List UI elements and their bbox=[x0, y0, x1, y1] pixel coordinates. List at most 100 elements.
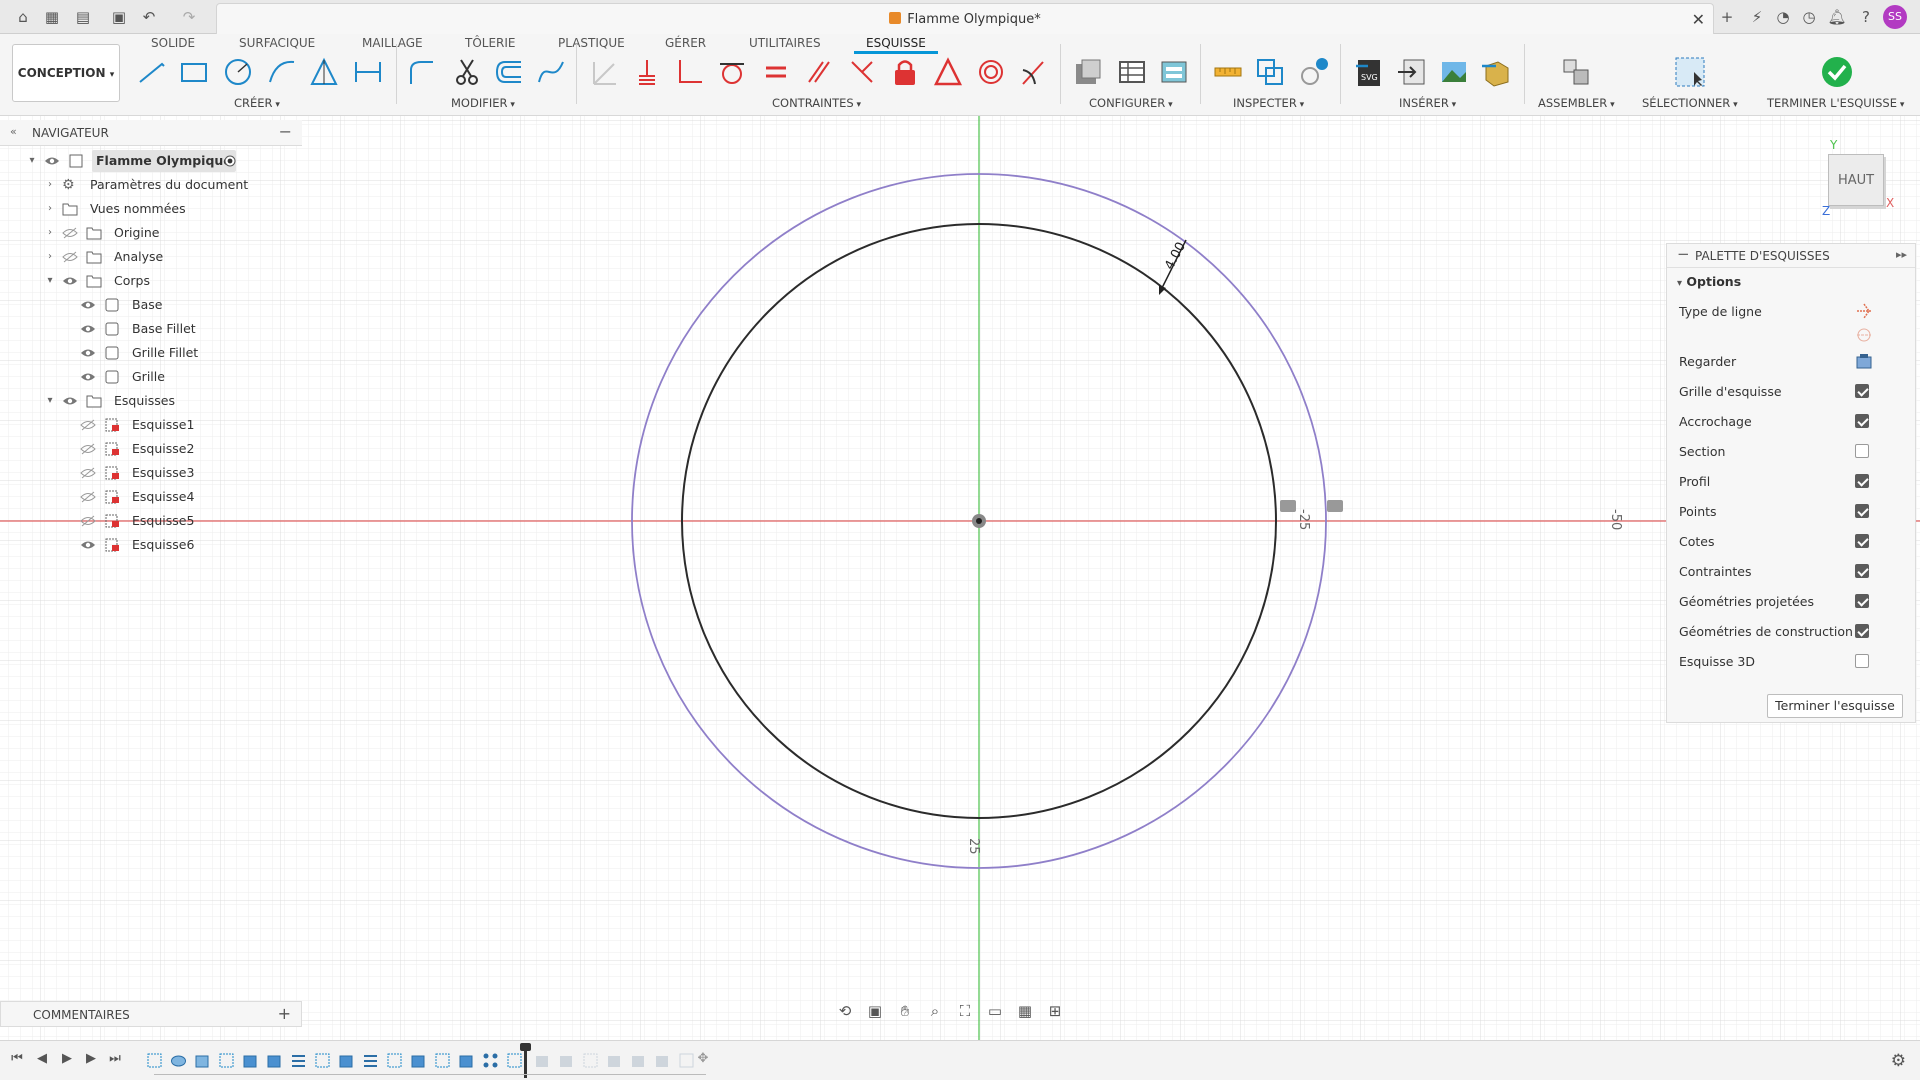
expand-palette-icon[interactable]: ▸▸ bbox=[1896, 248, 1907, 261]
timeline-extrude-icon[interactable] bbox=[266, 1052, 283, 1069]
timeline-suppressed-feature-icon[interactable] bbox=[534, 1052, 551, 1069]
tab-utilities[interactable]: UTILITAIRES bbox=[747, 34, 823, 52]
group-finish-sketch[interactable]: TERMINER L'ESQUISSE bbox=[1767, 96, 1904, 110]
timeline-revolve-icon[interactable] bbox=[170, 1052, 187, 1069]
timeline-sketch-icon[interactable] bbox=[314, 1052, 331, 1069]
perpendicular-icon[interactable] bbox=[674, 56, 706, 88]
rectangle-tool-icon[interactable] bbox=[178, 56, 210, 88]
timeline-suppressed-feature-icon[interactable] bbox=[678, 1052, 695, 1069]
play-icon[interactable]: ▶ bbox=[58, 1051, 76, 1066]
minimize-panel-icon[interactable]: − bbox=[279, 122, 292, 141]
checkbox-profile[interactable] bbox=[1855, 474, 1869, 488]
timeline-suppressed-feature-icon[interactable] bbox=[606, 1052, 623, 1069]
group-modify[interactable]: MODIFIER bbox=[451, 96, 515, 110]
change-parameters-icon[interactable] bbox=[1072, 56, 1104, 88]
pan-hand-icon[interactable]: ✋︎ bbox=[896, 1002, 914, 1020]
tab-mesh[interactable]: MAILLAGE bbox=[360, 34, 425, 52]
options-section[interactable]: ▾ Options bbox=[1677, 274, 1741, 289]
visibility-eye-icon[interactable] bbox=[62, 394, 78, 408]
go-to-end-icon[interactable]: ⏭ bbox=[106, 1051, 124, 1066]
finish-sketch-button[interactable]: Terminer l'esquisse bbox=[1767, 694, 1903, 718]
timeline-drag-icon[interactable]: ✥ bbox=[694, 1051, 712, 1066]
line-tool-icon[interactable] bbox=[136, 56, 168, 88]
analysis-icon[interactable] bbox=[1298, 56, 1330, 88]
spline-tool-icon[interactable] bbox=[535, 56, 567, 88]
construction-line-icon[interactable] bbox=[1855, 302, 1873, 320]
look-at-view-icon[interactable]: ▣ bbox=[866, 1002, 884, 1020]
arc-tool-icon[interactable] bbox=[266, 56, 298, 88]
centerline-icon[interactable] bbox=[1855, 326, 1873, 344]
timeline-extrude-icon[interactable] bbox=[410, 1052, 427, 1069]
hidden-eye-icon[interactable] bbox=[80, 466, 96, 480]
curvature-icon[interactable] bbox=[1017, 56, 1049, 88]
tab-sketch[interactable]: ESQUISSE bbox=[854, 34, 938, 54]
visibility-eye-icon[interactable] bbox=[80, 322, 96, 336]
chevron-down-icon[interactable]: ▾ bbox=[44, 270, 56, 292]
timeline-extrude-icon[interactable] bbox=[338, 1052, 355, 1069]
equal-icon[interactable] bbox=[760, 56, 792, 88]
group-configure[interactable]: CONFIGURER bbox=[1089, 96, 1173, 110]
timeline-loft-icon[interactable] bbox=[290, 1052, 307, 1069]
insert-dxf-icon[interactable] bbox=[1396, 56, 1428, 88]
measure-icon[interactable] bbox=[1212, 56, 1244, 88]
close-tab-icon[interactable]: ✕ bbox=[1692, 10, 1705, 29]
constraint-glyph-icon-2[interactable] bbox=[1327, 500, 1343, 512]
offset-tool-icon[interactable] bbox=[493, 56, 525, 88]
chevron-down-icon[interactable]: ▾ bbox=[26, 150, 38, 172]
interference-icon[interactable] bbox=[1254, 56, 1286, 88]
dimension-tool-icon[interactable] bbox=[352, 56, 384, 88]
step-forward-icon[interactable]: ▶ bbox=[82, 1051, 100, 1066]
timeline-sketch-icon[interactable] bbox=[218, 1052, 235, 1069]
checkbox-points[interactable] bbox=[1855, 504, 1869, 518]
insert-svg-icon[interactable]: SVG bbox=[1354, 56, 1386, 88]
timeline-sketch-icon[interactable] bbox=[506, 1052, 523, 1069]
finish-sketch-check-icon[interactable] bbox=[1821, 56, 1853, 88]
timeline-sketch-icon[interactable] bbox=[434, 1052, 451, 1069]
visibility-eye-icon[interactable] bbox=[62, 274, 78, 288]
checkbox-section[interactable] bbox=[1855, 444, 1869, 458]
midpoint-icon[interactable] bbox=[846, 56, 878, 88]
checkbox-constraints[interactable] bbox=[1855, 564, 1869, 578]
tangent-icon[interactable] bbox=[716, 56, 748, 88]
hidden-eye-icon[interactable] bbox=[80, 490, 96, 504]
hidden-eye-icon[interactable] bbox=[80, 442, 96, 456]
chevron-right-icon[interactable]: › bbox=[44, 222, 56, 244]
history-icon[interactable]: ◷ bbox=[1798, 6, 1820, 28]
tab-surface[interactable]: SURFACIQUE bbox=[237, 34, 317, 52]
checkbox-projected-geometry[interactable] bbox=[1855, 594, 1869, 608]
look-at-icon[interactable] bbox=[1855, 352, 1873, 370]
orbit-icon[interactable]: ⟲ bbox=[836, 1002, 854, 1020]
collapse-panel-icon[interactable]: « bbox=[10, 125, 17, 138]
group-constraints[interactable]: CONTRAINTES bbox=[772, 96, 861, 110]
file-menu-icon[interactable]: ▤ bbox=[72, 6, 94, 28]
tab-manage[interactable]: GÉRER bbox=[663, 34, 708, 52]
timeline-loft-icon[interactable] bbox=[362, 1052, 379, 1069]
settings-gear-icon[interactable]: ⚙ bbox=[1891, 1051, 1906, 1071]
notifications-icon[interactable]: 🔔︎ bbox=[1826, 6, 1848, 28]
help-icon[interactable]: ? bbox=[1855, 6, 1877, 28]
group-create[interactable]: CRÉER bbox=[234, 96, 280, 110]
fix-constraint-icon[interactable] bbox=[631, 56, 663, 88]
timeline-suppressed-feature-icon[interactable] bbox=[654, 1052, 671, 1069]
undo-icon[interactable]: ↶ bbox=[138, 6, 160, 28]
fit-icon[interactable]: ⛶ bbox=[956, 1002, 974, 1020]
minimize-palette-icon[interactable]: − bbox=[1677, 245, 1690, 263]
visibility-eye-icon[interactable] bbox=[80, 370, 96, 384]
timeline-extrude-icon[interactable] bbox=[194, 1052, 211, 1069]
group-assemble[interactable]: ASSEMBLER bbox=[1538, 96, 1615, 110]
circle-tool-icon[interactable] bbox=[222, 56, 254, 88]
polygon-tool-icon[interactable] bbox=[308, 56, 340, 88]
symmetry-icon[interactable] bbox=[932, 56, 964, 88]
user-avatar[interactable]: SS bbox=[1883, 5, 1907, 29]
insert-mesh-icon[interactable] bbox=[1480, 56, 1512, 88]
home-icon[interactable]: ⌂ bbox=[12, 6, 34, 28]
timeline-extrude-icon[interactable] bbox=[458, 1052, 475, 1069]
group-insert[interactable]: INSÉRER bbox=[1399, 96, 1456, 110]
active-radio-icon[interactable] bbox=[222, 154, 238, 168]
chevron-down-icon[interactable]: ▾ bbox=[44, 390, 56, 412]
save-icon[interactable]: ▣ bbox=[108, 6, 130, 28]
configure-rules-icon[interactable] bbox=[1158, 56, 1190, 88]
checkbox-dimensions[interactable] bbox=[1855, 534, 1869, 548]
timeline-suppressed-feature-icon[interactable] bbox=[630, 1052, 647, 1069]
apps-grid-icon[interactable]: ▦ bbox=[41, 6, 63, 28]
